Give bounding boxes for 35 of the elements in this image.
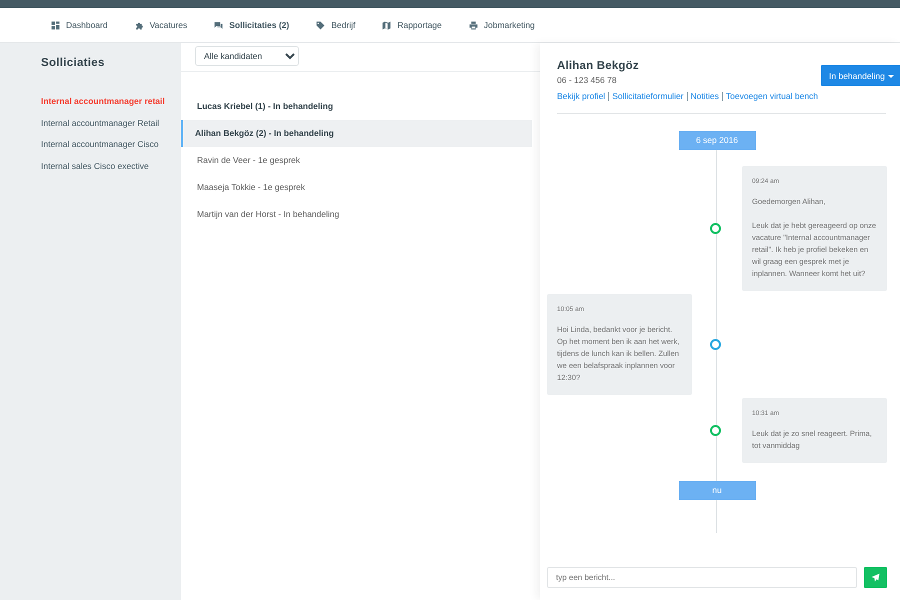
caret-icon: [888, 74, 894, 78]
send-button[interactable]: [864, 567, 887, 588]
profile-link[interactable]: Sollicitatieformulier: [608, 92, 687, 101]
candidate-filter[interactable]: Alle kandidaten: [195, 46, 299, 66]
chat-icon: [214, 20, 224, 30]
candidate-row[interactable]: Martijn van der Horst - In behandeling: [181, 201, 532, 228]
printer-icon: [468, 20, 478, 30]
dashboard-icon: [51, 20, 60, 30]
candidate-name: Alihan Bekgöz: [557, 60, 640, 72]
nav-tab[interactable]: Dashboard: [51, 20, 108, 30]
timeline-date: 6 sep 2016: [678, 131, 756, 150]
nav-tab[interactable]: Sollicitaties (2): [214, 20, 290, 30]
sidebar-title: Solliciaties: [41, 57, 106, 69]
profile-link[interactable]: Toevoegen virtual bench: [722, 92, 822, 101]
candidate-row[interactable]: Alihan Bekgöz (2) - In behandeling: [181, 120, 532, 147]
profile-link[interactable]: Notities: [686, 92, 722, 101]
candidate-row[interactable]: Maaseja Tokkie - 1e gesprek: [181, 174, 532, 201]
nav-tab[interactable]: Rapportage: [382, 20, 442, 30]
puzzle-icon: [134, 20, 144, 30]
vacancy-link[interactable]: Internal accountmanager Retail: [41, 118, 181, 128]
status-dropdown[interactable]: In behandeling: [821, 65, 900, 86]
nav-tab[interactable]: Bedrijf: [316, 20, 356, 30]
nav-tab[interactable]: Vacatures: [134, 20, 188, 30]
candidate-row[interactable]: Ravin de Veer - 1e gesprek: [181, 147, 532, 174]
message-input[interactable]: typ een bericht...: [547, 567, 857, 588]
nav-tab[interactable]: Jobmarketing: [468, 20, 535, 30]
send-icon: [871, 573, 880, 582]
phone-number: 06 - 123 456 78: [557, 75, 618, 85]
vacancy-link[interactable]: Internal accountmanager Cisco: [41, 139, 181, 149]
candidate-row[interactable]: Lucas Kriebel (1) - In behandeling: [181, 93, 532, 120]
timeline-date: nu: [678, 481, 756, 500]
map-icon: [382, 20, 392, 30]
tag-icon: [316, 20, 326, 30]
vacancy-link[interactable]: Internal sales Cisco exective: [41, 160, 181, 170]
profile-link[interactable]: Bekijk profiel: [557, 92, 608, 101]
